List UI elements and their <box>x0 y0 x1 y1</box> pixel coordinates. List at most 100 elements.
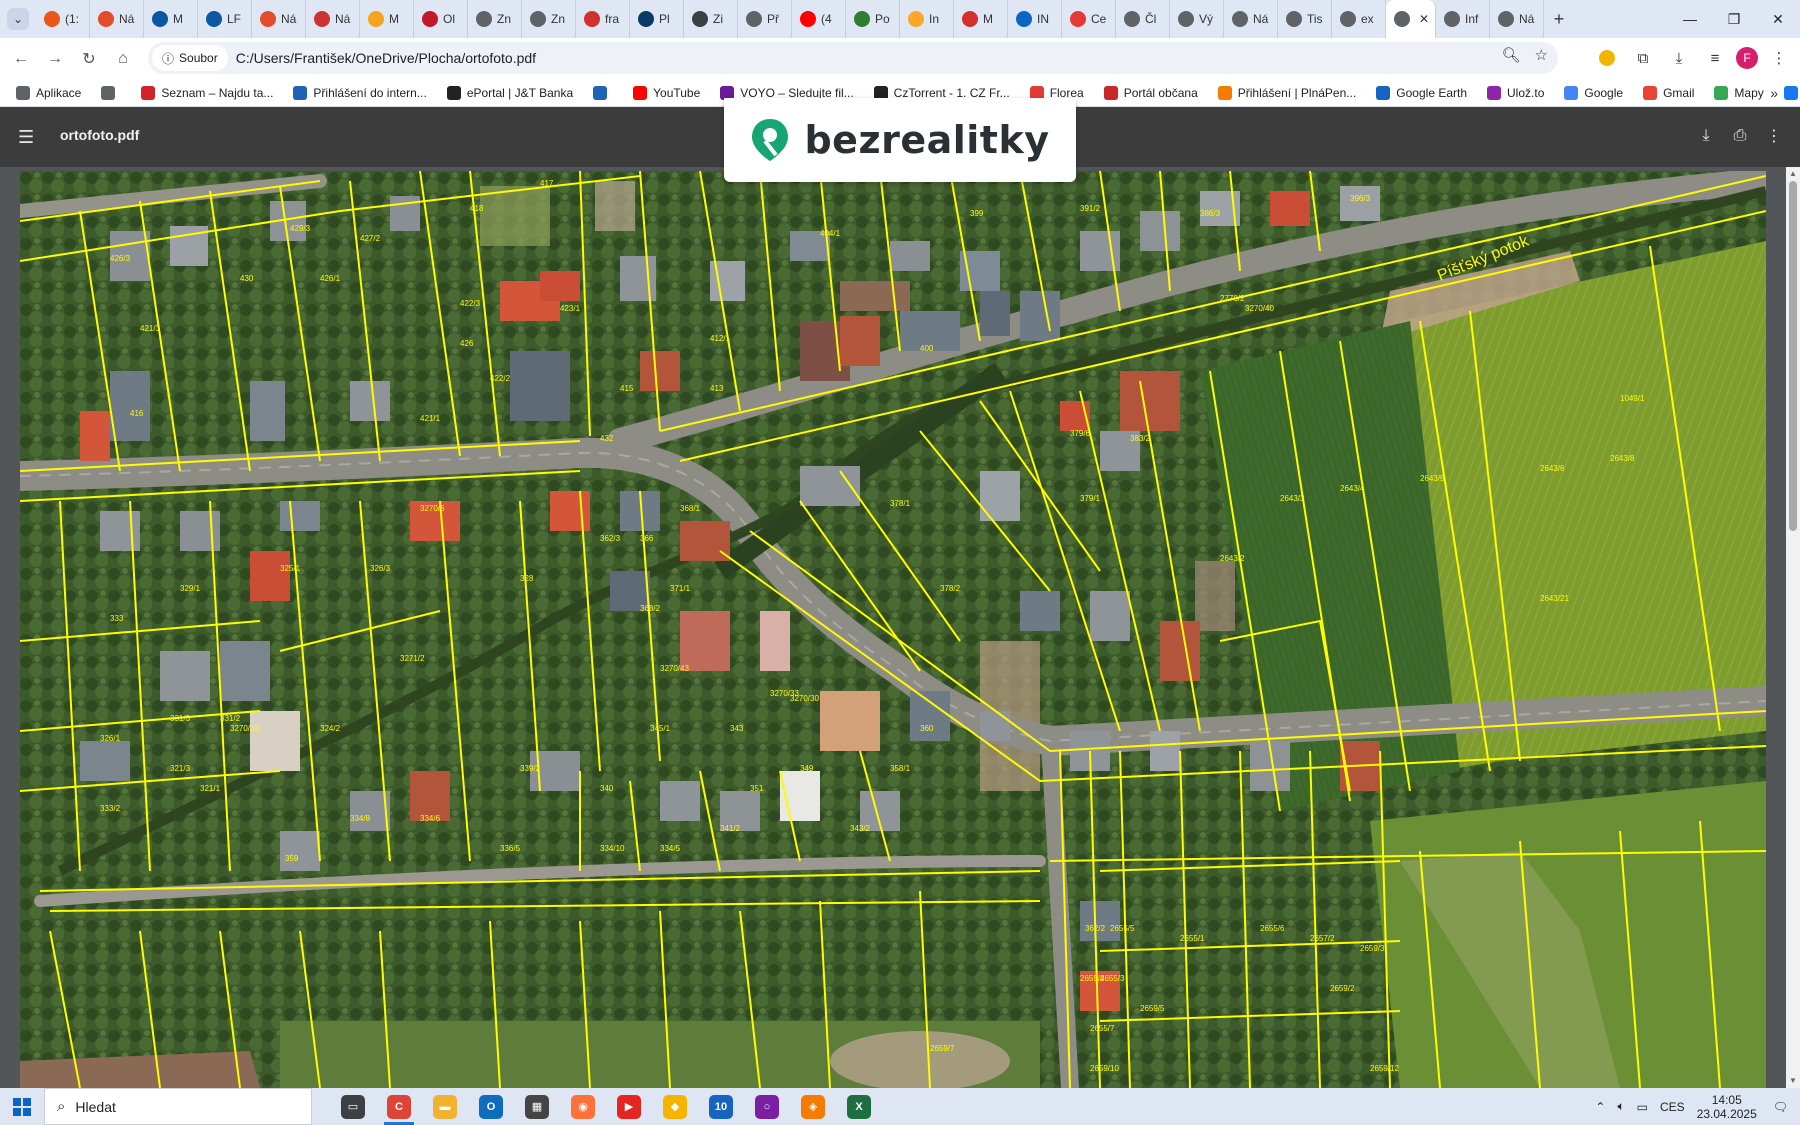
address-bar[interactable]: ⓘ Soubor C:/Users/František/OneDrive/Plo… <box>148 42 1558 74</box>
taskbar-app-app-yellow[interactable]: ◆ <box>652 1088 698 1125</box>
taskbar-app-calculator[interactable]: ▦ <box>514 1088 560 1125</box>
zoom-icon[interactable]: 🔍︎ <box>1502 46 1521 64</box>
bookmark-item[interactable]: YouTube <box>633 86 700 100</box>
tab-25[interactable]: ✕ <box>1386 0 1436 38</box>
new-tab-button[interactable]: + <box>1544 9 1574 30</box>
clock[interactable]: 14:05 23.04.2025 <box>1697 1093 1757 1121</box>
tab-16[interactable]: In <box>900 0 954 38</box>
tab-9[interactable]: Zn <box>522 0 576 38</box>
tab-23[interactable]: Tis <box>1278 0 1332 38</box>
extension-icon[interactable] <box>1592 42 1622 74</box>
tab-11[interactable]: Pl <box>630 0 684 38</box>
tab-4[interactable]: Ná <box>252 0 306 38</box>
print-icon[interactable]: ⎙ <box>1730 121 1750 151</box>
bookmark-favicon-icon <box>1643 86 1658 100</box>
tab-7[interactable]: Ol <box>414 0 468 38</box>
tab-17[interactable]: M <box>954 0 1008 38</box>
parcel-label: 429/3 <box>290 224 311 233</box>
taskbar-app-outlook[interactable]: O <box>468 1088 514 1125</box>
bookmark-item[interactable]: Seznam – Najdu ta... <box>141 86 273 100</box>
tab-14[interactable]: (4 <box>792 0 846 38</box>
bookmark-item[interactable]: Gmail <box>1643 86 1694 100</box>
tab-21[interactable]: Vý <box>1170 0 1224 38</box>
bookmark-item[interactable]: Portál občana <box>1103 86 1198 100</box>
language-indicator[interactable]: CES <box>1660 1100 1685 1114</box>
back-button[interactable]: ← <box>4 42 38 76</box>
tab-0[interactable]: (1: <box>36 0 90 38</box>
download-icon[interactable]: ⤓ <box>1664 42 1694 74</box>
tab-19[interactable]: Ce <box>1062 0 1116 38</box>
tab-18[interactable]: IN <box>1008 0 1062 38</box>
bookmark-item[interactable]: 9 <box>1783 86 1800 100</box>
bookmark-item[interactable]: ePortal | J&T Banka <box>446 86 573 100</box>
taskbar-app-app-orange[interactable]: ◈ <box>790 1088 836 1125</box>
bookmark-item[interactable] <box>101 86 121 100</box>
tab-8[interactable]: Zn <box>468 0 522 38</box>
media-control-icon[interactable]: ≡ <box>1700 42 1730 74</box>
tab-3[interactable]: LF <box>198 0 252 38</box>
bookmark-item[interactable]: Aplikace <box>16 86 81 100</box>
taskbar-app-app-ring[interactable]: ○ <box>744 1088 790 1125</box>
volume-icon[interactable]: 🔈︎ <box>1617 1099 1624 1114</box>
tab-20[interactable]: Čl <box>1116 0 1170 38</box>
bookmark-item[interactable]: Ulož.to <box>1487 86 1544 100</box>
bookmark-item[interactable]: Přihlášení do intern... <box>293 86 427 100</box>
tab-2[interactable]: M <box>144 0 198 38</box>
tab-1[interactable]: Ná <box>90 0 144 38</box>
tab-5[interactable]: Ná <box>306 0 360 38</box>
tab-label: Inf <box>1465 12 1479 26</box>
tab-close-icon[interactable]: ✕ <box>1419 12 1429 26</box>
bookmarks-overflow-icon[interactable]: » <box>1770 85 1778 101</box>
vertical-scrollbar[interactable]: ▲ ▼ <box>1786 167 1800 1088</box>
tab-26[interactable]: Inf <box>1436 0 1490 38</box>
taskbar-app-explorer[interactable]: ▬ <box>422 1088 468 1125</box>
taskbar-app-app-badge[interactable]: 10 <box>698 1088 744 1125</box>
pdf-viewer[interactable]: 429/3 427/2 418 417 423/1 404/1 399 391/2 386/3 3… <box>0 167 1800 1088</box>
bookmark-item[interactable]: Mapy <box>1714 86 1764 100</box>
tab-22[interactable]: Ná <box>1224 0 1278 38</box>
tab-15[interactable]: Po <box>846 0 900 38</box>
tab-6[interactable]: M <box>360 0 414 38</box>
scroll-down-icon[interactable]: ▼ <box>1788 1076 1798 1086</box>
taskbar-app-task-view[interactable]: ▭ <box>330 1088 376 1125</box>
bookmark-item[interactable] <box>593 86 613 100</box>
notifications-icon[interactable]: 🗨︎ <box>1773 1100 1788 1114</box>
bookmark-item[interactable]: Google Earth <box>1376 86 1467 100</box>
restore-button[interactable]: ❐ <box>1712 0 1756 38</box>
tab-24[interactable]: ex <box>1332 0 1386 38</box>
taskbar-app-media[interactable]: ▶ <box>606 1088 652 1125</box>
scrollbar-thumb[interactable] <box>1789 181 1797 531</box>
reload-button[interactable]: ↻ <box>72 42 106 76</box>
bookmark-item[interactable]: Přihlášení | PlnáPen... <box>1217 86 1356 100</box>
profile-avatar[interactable]: F <box>1736 47 1758 69</box>
tab-12[interactable]: Zi <box>684 0 738 38</box>
pdf-menu-icon[interactable]: ☰ <box>18 125 42 149</box>
puzzle-icon[interactable]: ⧉ <box>1628 42 1658 74</box>
minimize-button[interactable]: — <box>1668 0 1712 38</box>
building <box>80 741 130 781</box>
taskbar-app-excel[interactable]: X <box>836 1088 882 1125</box>
pdf-download-icon[interactable]: ⤓ <box>1696 121 1716 151</box>
tray-overflow-icon[interactable]: ⌃ <box>1595 1100 1605 1114</box>
taskbar-app-firefox[interactable]: ◉ <box>560 1088 606 1125</box>
parcel-label: 371/1 <box>670 584 691 593</box>
tab-13[interactable]: Př <box>738 0 792 38</box>
more-menu-icon[interactable]: ⋮ <box>1764 42 1794 74</box>
tab-27[interactable]: Ná <box>1490 0 1544 38</box>
home-button[interactable]: ⌂ <box>106 42 140 76</box>
start-button[interactable] <box>0 1088 44 1125</box>
bookmark-star-icon[interactable]: ☆ <box>1535 46 1548 64</box>
forward-button[interactable]: → <box>38 42 72 76</box>
close-window-button[interactable]: ✕ <box>1756 0 1800 38</box>
tab-search-button[interactable]: ⌄ <box>0 0 36 38</box>
parcel-label: 400 <box>920 344 934 353</box>
taskbar-app-chrome[interactable]: C <box>376 1088 422 1125</box>
url-text[interactable]: C:/Users/František/OneDrive/Plocha/ortof… <box>236 50 536 66</box>
scroll-up-icon[interactable]: ▲ <box>1788 169 1798 179</box>
network-icon[interactable]: ▭ <box>1637 1100 1648 1114</box>
taskbar-search[interactable]: ⌕ Hledat <box>44 1088 312 1125</box>
bookmark-item[interactable]: Google <box>1564 86 1623 100</box>
site-info-chip[interactable]: ⓘ Soubor <box>152 45 228 71</box>
pdf-more-icon[interactable]: ⋮ <box>1764 121 1784 151</box>
tab-10[interactable]: fra <box>576 0 630 38</box>
